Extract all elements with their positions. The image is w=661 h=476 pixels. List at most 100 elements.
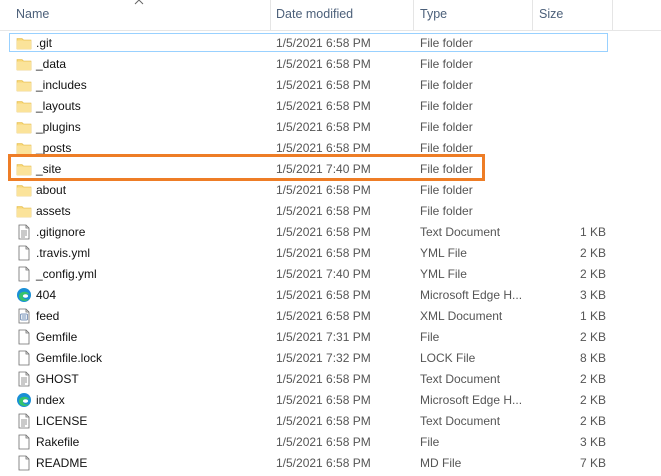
file-size: 2 KB bbox=[579, 267, 606, 281]
file-type: Microsoft Edge H... bbox=[420, 393, 523, 407]
folder-icon bbox=[16, 35, 32, 51]
file-name: feed bbox=[36, 309, 60, 323]
file-name: GHOST bbox=[36, 372, 79, 386]
file-name: assets bbox=[36, 204, 71, 218]
file-date-modified: 1/5/2021 6:58 PM bbox=[276, 393, 371, 407]
file-name: about bbox=[36, 183, 67, 197]
file-name: 404 bbox=[36, 288, 57, 302]
file-date-modified: 1/5/2021 6:58 PM bbox=[276, 414, 371, 428]
file-row[interactable]: .travis.yml 1/5/2021 6:58 PM YML File 2 KB bbox=[0, 243, 661, 264]
file-type: YML File bbox=[420, 246, 467, 260]
column-header-date[interactable]: Date modified bbox=[276, 7, 353, 21]
file-type: Text Document bbox=[420, 414, 501, 428]
file-date-modified: 1/5/2021 6:58 PM bbox=[276, 99, 371, 113]
file-type: File bbox=[420, 435, 440, 449]
file-row[interactable]: about 1/5/2021 6:58 PM File folder bbox=[0, 180, 661, 201]
file-date-modified: 1/5/2021 7:31 PM bbox=[276, 330, 371, 344]
file-name: _plugins bbox=[36, 120, 81, 134]
file-row[interactable]: Gemfile 1/5/2021 7:31 PM File 2 KB bbox=[0, 327, 661, 348]
column-resize-handle[interactable] bbox=[532, 0, 533, 30]
column-header-name[interactable]: Name bbox=[16, 7, 49, 21]
file-type: File bbox=[420, 330, 440, 344]
file-name: _data bbox=[36, 57, 67, 71]
file-row[interactable]: _includes 1/5/2021 6:58 PM File folder bbox=[0, 75, 661, 96]
file-date-modified: 1/5/2021 7:40 PM bbox=[276, 267, 371, 281]
file-type: MD File bbox=[420, 456, 462, 470]
file-row[interactable]: README 1/5/2021 6:58 PM MD File 7 KB bbox=[0, 453, 661, 474]
file-row[interactable]: _config.yml 1/5/2021 7:40 PM YML File 2 KB bbox=[0, 264, 661, 285]
column-resize-handle[interactable] bbox=[612, 0, 613, 30]
file-date-modified: 1/5/2021 6:58 PM bbox=[276, 183, 371, 197]
file-type: File folder bbox=[420, 57, 473, 71]
file-type: Microsoft Edge H... bbox=[420, 288, 523, 302]
file-date-modified: 1/5/2021 6:58 PM bbox=[276, 372, 371, 386]
file-row[interactable]: .git 1/5/2021 6:58 PM File folder bbox=[0, 33, 661, 54]
file-type: Text Document bbox=[420, 372, 501, 386]
file-row[interactable]: LICENSE 1/5/2021 6:58 PM Text Document 2 KB bbox=[0, 411, 661, 432]
column-header-size[interactable]: Size bbox=[539, 7, 563, 21]
file-icon bbox=[16, 434, 32, 450]
file-size: 2 KB bbox=[579, 372, 606, 386]
file-type: File folder bbox=[420, 36, 473, 50]
file-name: README bbox=[36, 456, 88, 470]
column-resize-handle[interactable] bbox=[413, 0, 414, 30]
file-size: 3 KB bbox=[579, 435, 606, 449]
folder-icon bbox=[16, 98, 32, 114]
file-row[interactable]: .gitignore 1/5/2021 6:58 PM Text Document 1… bbox=[0, 222, 661, 243]
file-date-modified: 1/5/2021 6:58 PM bbox=[276, 120, 371, 134]
file-row[interactable]: GHOST 1/5/2021 6:58 PM Text Document 2 KB bbox=[0, 369, 661, 390]
file-size: 8 KB bbox=[579, 351, 606, 365]
file-name: Gemfile bbox=[36, 330, 78, 344]
file-size: 7 KB bbox=[579, 456, 606, 470]
file-row[interactable]: Gemfile.lock 1/5/2021 7:32 PM LOCK File 8 K… bbox=[0, 348, 661, 369]
file-name: _posts bbox=[36, 141, 72, 155]
edge-icon bbox=[16, 287, 32, 303]
file-name: .git bbox=[36, 36, 53, 50]
file-date-modified: 1/5/2021 6:58 PM bbox=[276, 246, 371, 260]
file-name: Rakefile bbox=[36, 435, 80, 449]
column-resize-handle[interactable] bbox=[270, 0, 271, 30]
file-name: _layouts bbox=[36, 99, 81, 113]
file-icon bbox=[16, 245, 32, 261]
file-row[interactable]: _layouts 1/5/2021 6:58 PM File folder bbox=[0, 96, 661, 117]
folder-icon bbox=[16, 119, 32, 135]
file-row[interactable]: _data 1/5/2021 6:58 PM File folder bbox=[0, 54, 661, 75]
file-size: 1 KB bbox=[579, 309, 606, 323]
text-file-icon bbox=[16, 413, 32, 429]
folder-icon bbox=[16, 182, 32, 198]
file-date-modified: 1/5/2021 6:58 PM bbox=[276, 204, 371, 218]
file-date-modified: 1/5/2021 7:32 PM bbox=[276, 351, 371, 365]
file-date-modified: 1/5/2021 6:58 PM bbox=[276, 141, 371, 155]
edge-icon bbox=[16, 392, 32, 408]
file-row[interactable]: _plugins 1/5/2021 6:58 PM File folder bbox=[0, 117, 661, 138]
file-date-modified: 1/5/2021 6:58 PM bbox=[276, 225, 371, 239]
file-type: File folder bbox=[420, 183, 473, 197]
file-name: index bbox=[36, 393, 65, 407]
xml-file-icon bbox=[16, 308, 32, 324]
file-type: File folder bbox=[420, 141, 473, 155]
file-row[interactable]: assets 1/5/2021 6:58 PM File folder bbox=[0, 201, 661, 222]
file-date-modified: 1/5/2021 6:58 PM bbox=[276, 456, 371, 470]
file-type: LOCK File bbox=[420, 351, 476, 365]
file-row[interactable]: index 1/5/2021 6:58 PM Microsoft Edge H...… bbox=[0, 390, 661, 411]
file-type: File folder bbox=[420, 99, 473, 113]
file-type: File folder bbox=[420, 204, 473, 218]
file-size: 1 KB bbox=[579, 225, 606, 239]
file-row[interactable]: 404 1/5/2021 6:58 PM Microsoft Edge H... 3 … bbox=[0, 285, 661, 306]
file-icon bbox=[16, 455, 32, 471]
text-file-icon bbox=[16, 224, 32, 240]
text-file-icon bbox=[16, 371, 32, 387]
column-header-type[interactable]: Type bbox=[420, 7, 447, 21]
file-type: File folder bbox=[420, 120, 473, 134]
file-name: .gitignore bbox=[36, 225, 86, 239]
file-type: YML File bbox=[420, 267, 467, 281]
column-header-bar: Name Date modified Type Size bbox=[0, 0, 661, 31]
file-row[interactable]: feed 1/5/2021 6:58 PM XML Document 1 KB bbox=[0, 306, 661, 327]
file-size: 2 KB bbox=[579, 414, 606, 428]
file-row[interactable]: Rakefile 1/5/2021 6:58 PM File 3 KB bbox=[0, 432, 661, 453]
annotation-highlight-box bbox=[8, 154, 485, 181]
file-date-modified: 1/5/2021 6:58 PM bbox=[276, 435, 371, 449]
file-name: .travis.yml bbox=[36, 246, 90, 260]
file-type: File folder bbox=[420, 78, 473, 92]
file-name: _config.yml bbox=[36, 267, 97, 281]
